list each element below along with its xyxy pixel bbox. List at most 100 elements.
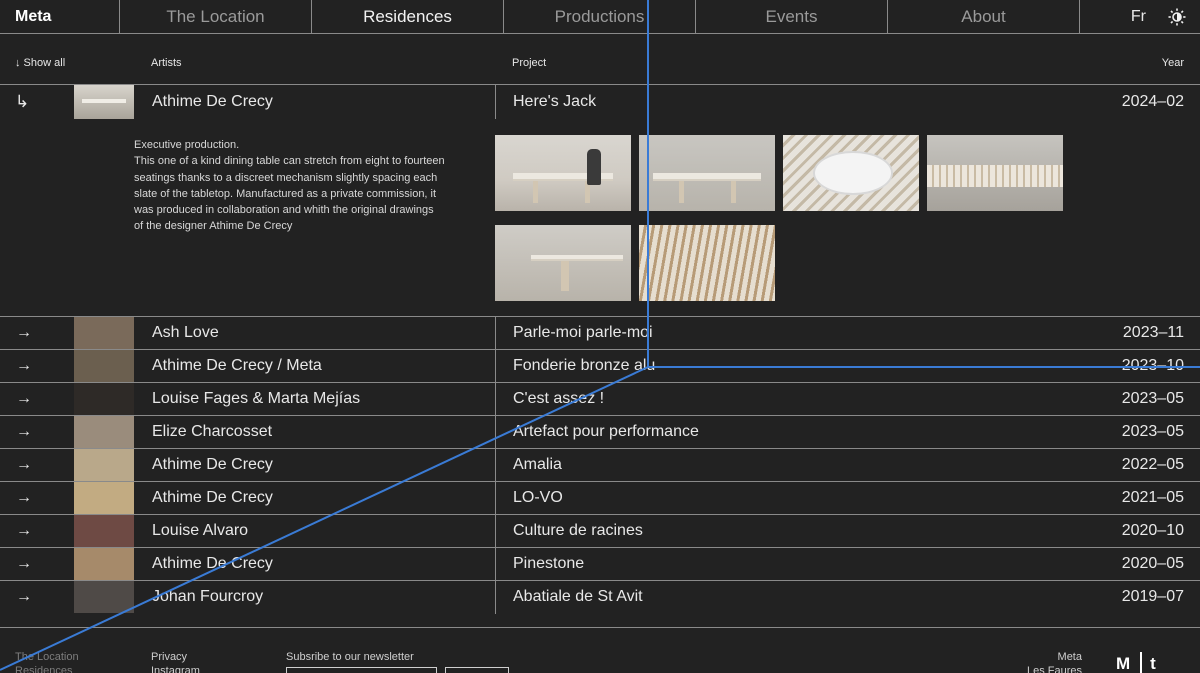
row-year: 2024–02: [1121, 93, 1184, 110]
expand-arrow-icon[interactable]: →: [16, 324, 32, 342]
row-project: Culture de racines: [513, 522, 643, 539]
collapse-arrow-icon[interactable]: ↳: [15, 92, 29, 112]
row-thumbnail: [74, 85, 134, 119]
row-artist: Athime De Crecy: [152, 555, 273, 572]
expand-arrow-icon[interactable]: →: [16, 555, 32, 573]
expand-arrow-icon[interactable]: →: [16, 588, 32, 606]
table-row[interactable]: → Athime De Crecy Pinestone 2020–05: [0, 548, 1200, 581]
expand-arrow-icon[interactable]: →: [16, 357, 32, 375]
column-header-year[interactable]: Year: [1162, 57, 1184, 69]
gallery-photo-table-setting[interactable]: [927, 135, 1063, 211]
table-row[interactable]: → Ash Love Parle-moi parle-moi 2023–11: [0, 317, 1200, 350]
table-row[interactable]: → Louise Fages & Marta Mejías C'est asse…: [0, 383, 1200, 416]
nav-item-events[interactable]: Events: [696, 0, 888, 34]
language-switch[interactable]: Fr: [1131, 8, 1146, 26]
table-row[interactable]: → Johan Fourcroy Abatiale de St Avit 201…: [0, 581, 1200, 614]
nav-item-residences[interactable]: Residences: [312, 0, 504, 34]
footer-link-instagram[interactable]: Instagram: [151, 664, 200, 673]
row-project: Pinestone: [513, 555, 585, 572]
residence-list: → Ash Love Parle-moi parle-moi 2023–11 →…: [0, 317, 1200, 614]
column-header-project[interactable]: Project: [512, 57, 546, 69]
description-line: seatings thanks to a discreet mechanism …: [134, 171, 438, 184]
theme-toggle-sun-icon[interactable]: [1168, 8, 1186, 26]
gallery-photo-table-side[interactable]: [495, 225, 631, 301]
show-all-button[interactable]: ↓ Show all: [15, 57, 65, 69]
row-year: 2021–05: [1121, 489, 1184, 506]
row-artist: Johan Fourcroy: [152, 588, 264, 605]
row-year: 2019–07: [1121, 588, 1184, 605]
newsletter-email-input[interactable]: [286, 667, 437, 673]
row-project: LO-VO: [513, 489, 563, 506]
nav-item-about[interactable]: About: [888, 0, 1080, 34]
row-year: 2023–05: [1121, 390, 1184, 407]
row-thumbnail: [74, 548, 134, 580]
footer-link-the-location[interactable]: The Location: [15, 650, 79, 664]
description-line: was produced in collaboration and whith …: [134, 204, 434, 217]
row-year: 2020–10: [1121, 522, 1184, 539]
description-line: slate of the tabletop. Manufactured as a…: [134, 187, 437, 200]
nav-item-productions[interactable]: Productions: [504, 0, 696, 34]
gallery-photo-table[interactable]: [639, 135, 775, 211]
gallery-photo-plate[interactable]: [783, 135, 919, 211]
project-description: Executive production. This one of a kind…: [134, 137, 474, 235]
row-year: 2022–05: [1121, 456, 1184, 473]
description-line: of the designer Athime De Crecy: [134, 220, 293, 233]
address-line: Les Faures: [1026, 665, 1082, 673]
column-divider: [495, 317, 496, 350]
gallery-photo-slats[interactable]: [639, 225, 775, 301]
row-year: 2020–05: [1121, 555, 1184, 572]
nav-utilities: Fr: [1080, 0, 1200, 34]
table-row[interactable]: → Athime De Crecy LO-VO 2021–05: [0, 482, 1200, 515]
footer-link-privacy[interactable]: Privacy: [151, 650, 200, 664]
expand-arrow-icon[interactable]: →: [16, 489, 32, 507]
row-year: 2023–05: [1121, 423, 1184, 440]
table-header: ↓ Show all Artists Project Year: [0, 34, 1200, 85]
table-row[interactable]: → Elize Charcosset Artefact pour perform…: [0, 416, 1200, 449]
footer-links: Privacy Instagram: [151, 650, 200, 673]
table-row[interactable]: → Louise Alvaro Culture de racines 2020–…: [0, 515, 1200, 548]
column-divider: [495, 383, 496, 416]
row-thumbnail: [74, 515, 134, 547]
row-project: Fonderie bronze alu: [513, 357, 656, 374]
row-artist: Elize Charcosset: [152, 423, 273, 440]
row-thumbnail: [74, 350, 134, 382]
row-project: Abatiale de St Avit: [513, 588, 643, 605]
table-row[interactable]: → Athime De Crecy / Meta Fonderie bronze…: [0, 350, 1200, 383]
expand-arrow-icon[interactable]: →: [16, 456, 32, 474]
newsletter-submit-button[interactable]: [445, 667, 509, 673]
expand-arrow-icon[interactable]: →: [16, 423, 32, 441]
row-artist: Athime De Crecy / Meta: [152, 357, 322, 374]
row-artist: Athime De Crecy: [152, 456, 273, 473]
row-thumbnail: [74, 581, 134, 613]
description-line: This one of a kind dining table can stre…: [134, 155, 445, 168]
site-logo[interactable]: Meta: [0, 0, 120, 34]
footer-logo-mark: Mt: [1116, 654, 1176, 673]
row-year: 2023–10: [1121, 357, 1184, 374]
row-thumbnail: [74, 383, 134, 415]
nav-item-the-location[interactable]: The Location: [120, 0, 312, 34]
column-divider: [495, 449, 496, 482]
expand-arrow-icon[interactable]: →: [16, 390, 32, 408]
row-thumbnail: [74, 416, 134, 448]
column-divider: [495, 482, 496, 515]
column-divider: [495, 515, 496, 548]
footer-address: Meta Les Faures: [1027, 650, 1082, 673]
top-nav: Meta The Location Residences Productions…: [0, 0, 1200, 34]
expand-arrow-icon[interactable]: →: [16, 522, 32, 540]
table-row[interactable]: → Athime De Crecy Amalia 2022–05: [0, 449, 1200, 482]
gallery-photo-table-with-person[interactable]: [495, 135, 631, 211]
column-divider: [495, 85, 496, 119]
row-artist: Ash Love: [152, 324, 219, 341]
expanded-residence-row[interactable]: ↳ Athime De Crecy Here's Jack 2024–02 Ex…: [0, 85, 1200, 317]
row-thumbnail: [74, 317, 134, 349]
column-divider: [495, 416, 496, 449]
row-artist: Athime De Crecy: [152, 489, 273, 506]
column-header-artists[interactable]: Artists: [151, 57, 182, 69]
column-divider: [495, 548, 496, 581]
row-artist: Athime De Crecy: [152, 93, 273, 110]
description-line: Executive production.: [134, 139, 240, 151]
newsletter-label: Subsribe to our newsletter: [286, 651, 414, 663]
footer-link-residences[interactable]: Residences: [15, 664, 79, 673]
row-artist: Louise Fages & Marta Mejías: [152, 390, 361, 407]
row-project: Here's Jack: [513, 93, 597, 110]
